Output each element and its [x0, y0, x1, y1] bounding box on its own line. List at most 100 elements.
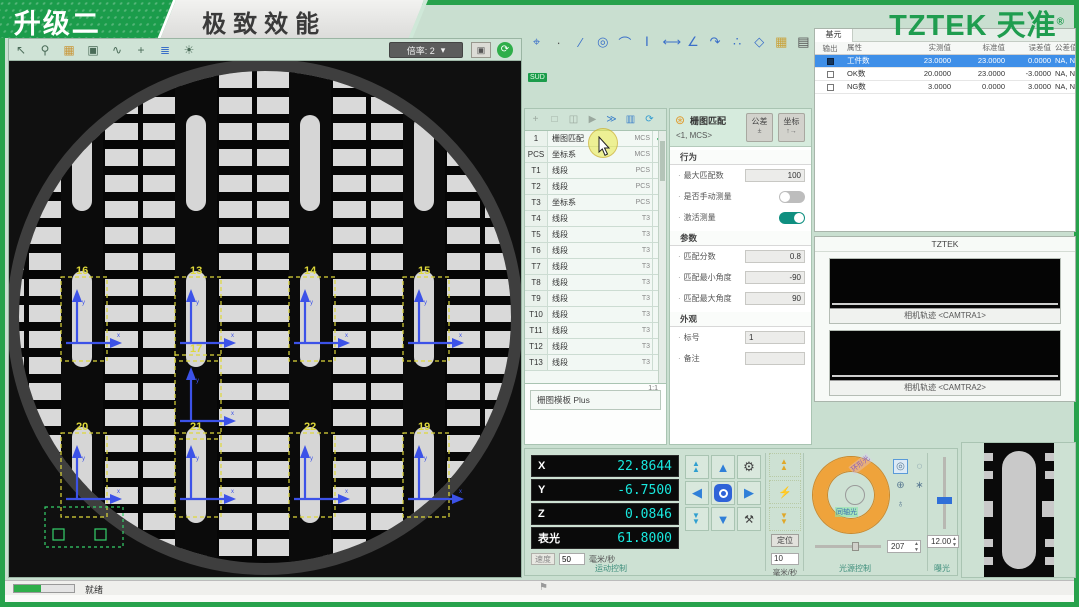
element-row[interactable]: T9线段T3 — [525, 291, 666, 307]
jog-jog-button[interactable]: ⚒ — [737, 507, 761, 531]
field-input[interactable]: 0.8 — [745, 250, 805, 263]
exposure-slider[interactable] — [943, 457, 946, 529]
refresh-icon[interactable]: ⟳ — [643, 114, 656, 125]
palette-icon[interactable]: ▦ — [775, 34, 788, 50]
camera-trajectory-2[interactable]: 相机轨迹 <CAMTRA2> — [829, 330, 1061, 396]
output-checkbox[interactable] — [827, 84, 834, 91]
field-input[interactable]: 100 — [745, 169, 805, 182]
run-icon[interactable]: ▶ — [586, 114, 599, 125]
exposure-handle[interactable] — [937, 497, 952, 504]
locate-step-input[interactable] — [771, 553, 799, 565]
element-row[interactable]: T10线段T3 — [525, 307, 666, 323]
table-row[interactable]: NG数3.00000.00003.0000NA, NA — [815, 81, 1075, 94]
ring-light-icon[interactable]: ◎ — [893, 459, 908, 474]
spinner-arrows-icon[interactable]: ▲▼ — [952, 536, 957, 548]
jog-gear-button[interactable]: ⚙ — [737, 455, 761, 479]
chart-icon[interactable]: ∿ — [109, 43, 125, 57]
refresh-view-button[interactable]: ⟳ — [497, 42, 513, 58]
gauge-icon[interactable]: ≣ — [157, 43, 173, 57]
magnification-dropdown[interactable]: 倍率: 2▾ — [389, 42, 463, 58]
open-icon[interactable]: □ — [548, 114, 561, 125]
spinner-arrows-icon[interactable]: ▲▼ — [914, 541, 919, 553]
calculator-icon[interactable]: ▤ — [797, 34, 810, 50]
table-row[interactable]: 工件数23.000023.00000.0000NA, NA — [815, 55, 1075, 68]
quad-light-icon[interactable]: ⊕ — [893, 478, 908, 493]
camera-icon[interactable]: ▣ — [85, 43, 101, 57]
exposure-spinner[interactable]: 12.00▲▼ — [927, 535, 959, 548]
jog-left-button[interactable]: ◀ — [685, 481, 709, 505]
jog-dbl-up-button[interactable]: ▲▲ — [685, 455, 709, 479]
add-element-icon[interactable]: + — [529, 114, 542, 125]
tolerance-button[interactable]: 公差± — [746, 113, 773, 142]
segment-light-icon[interactable]: ∗ — [912, 478, 927, 493]
zoom-icon[interactable]: ⚲ — [37, 43, 53, 57]
step-icon[interactable]: ≫ — [605, 114, 618, 125]
element-row[interactable]: T7线段T3 — [525, 259, 666, 275]
table-row[interactable]: OK数20.000023.0000-3.0000NA, NA — [815, 68, 1075, 81]
coord-system-icon[interactable]: ⌖ — [530, 34, 543, 50]
line-icon[interactable]: ∕ — [574, 35, 587, 50]
lamp-icon[interactable]: ☀ — [181, 43, 197, 57]
tab-primitives[interactable]: 基元 — [815, 29, 853, 42]
field-label: 标号 — [684, 332, 745, 343]
element-row[interactable]: T6线段T3 — [525, 243, 666, 259]
stats-icon[interactable]: ▥ — [624, 114, 637, 125]
field-input[interactable]: 1 — [745, 331, 805, 344]
field-input[interactable]: 90 — [745, 292, 805, 305]
light-value-spinner[interactable]: 207▲▼ — [887, 540, 921, 553]
save-icon[interactable]: ◫ — [567, 114, 580, 125]
cursor-icon[interactable]: ↖ — [13, 43, 29, 57]
curve-icon[interactable]: ↷ — [709, 34, 722, 50]
light-intensity-slider[interactable] — [815, 545, 881, 548]
left-icon: ◀ — [692, 485, 702, 501]
element-row[interactable]: T1线段PCS — [525, 163, 666, 179]
svg-text:15: 15 — [418, 265, 430, 277]
element-row[interactable]: T4线段T3 — [525, 211, 666, 227]
list-scrollbar[interactable] — [658, 131, 666, 383]
camera-trajectory-1[interactable]: 相机轨迹 <CAMTRA1> — [829, 258, 1061, 324]
field-input[interactable] — [745, 352, 805, 365]
coordinate-button[interactable]: 坐标↑→ — [778, 113, 805, 142]
slider-handle[interactable] — [852, 542, 859, 551]
element-row[interactable]: T13线段T3 — [525, 355, 666, 371]
z-focus-button[interactable]: ⚡ — [769, 480, 801, 504]
toggle-switch[interactable] — [779, 191, 805, 203]
crosshair-icon[interactable]: + — [133, 43, 149, 57]
output-checkbox[interactable] — [827, 58, 834, 65]
element-row[interactable]: T12线段T3 — [525, 339, 666, 355]
element-row[interactable]: T5线段T3 — [525, 227, 666, 243]
locate-button[interactable]: 定位 — [771, 534, 799, 547]
width-icon[interactable]: ⟷ — [662, 34, 677, 50]
element-row[interactable]: T11线段T3 — [525, 323, 666, 339]
image-icon[interactable]: ▦ — [61, 43, 77, 57]
output-checkbox[interactable] — [827, 71, 834, 78]
jog-right-button[interactable]: ▶ — [737, 481, 761, 505]
element-row[interactable]: T2线段PCS — [525, 179, 666, 195]
z-double-down-button[interactable]: ▼▼ — [769, 507, 801, 531]
scatter-icon[interactable]: ∴ — [731, 34, 744, 50]
eraser-icon[interactable]: ◇ — [753, 34, 766, 50]
grid-template-item[interactable]: 栅图模板 Plus — [530, 390, 661, 410]
banner-badge: 升级二 — [0, 0, 176, 38]
element-row[interactable]: T3坐标系PCS — [525, 195, 666, 211]
element-row[interactable]: T8线段T3 — [525, 275, 666, 291]
circle-icon[interactable]: ◎ — [596, 34, 609, 50]
arc-icon[interactable]: ⌒ — [618, 33, 631, 52]
z-double-up-button[interactable]: ▲▲ — [769, 453, 801, 477]
flat-light-icon[interactable]: ◌ — [912, 459, 927, 474]
distance-icon[interactable]: Ⅰ — [640, 34, 653, 50]
field-input[interactable]: -90 — [745, 271, 805, 284]
jog-stop-button[interactable] — [711, 481, 735, 505]
jog-up-button[interactable]: ▲ — [711, 455, 735, 479]
point-icon[interactable]: ∙ — [552, 35, 565, 50]
light-caption: 光源控制 — [839, 563, 871, 574]
camera-image[interactable]: 16xy20xy13xy17xy21xy14xy22xy15xy19xy — [9, 61, 521, 577]
angle-icon[interactable]: ∠ — [686, 34, 699, 50]
snapshot-button[interactable]: ▣ — [471, 42, 491, 58]
jog-down-button[interactable]: ▼ — [711, 507, 735, 531]
toggle-switch[interactable] — [779, 212, 805, 224]
speed-input[interactable] — [559, 553, 585, 565]
jog-dbl-down-button[interactable]: ▼▼ — [685, 507, 709, 531]
bulb-light-icon[interactable]: ♁ — [893, 497, 908, 512]
tztek-logo: TZTEK 天准® — [889, 2, 1065, 44]
